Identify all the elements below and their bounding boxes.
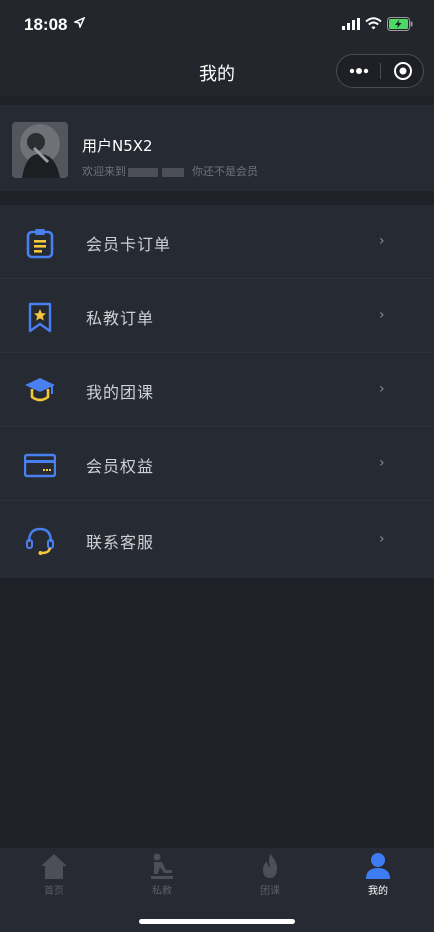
chevron-right-icon: › (379, 455, 385, 471)
graduation-cap-icon (25, 378, 55, 402)
tab-home[interactable]: 首页 (0, 852, 108, 898)
username: 用户N5X2 (82, 137, 153, 155)
menu-item-label: 私教订单 (86, 309, 155, 328)
user-icon (366, 853, 390, 879)
tab-mine[interactable]: 我的 (324, 852, 432, 898)
tab-label: 私教 (152, 886, 172, 897)
tab-label: 首页 (44, 886, 64, 897)
tab-group-class[interactable]: 团课 (216, 852, 324, 898)
trainer-icon (151, 853, 173, 879)
menu-list: 会员卡订单 › 私教订单 › 我的团课 › 会员权益 › 联系客服 › (0, 205, 434, 578)
menu-item-label: 会员权益 (86, 457, 155, 476)
clipboard-icon (26, 229, 54, 259)
chevron-right-icon: › (379, 381, 385, 397)
redacted-block (128, 167, 158, 177)
nav-bar: 我的 (0, 50, 434, 96)
home-icon (41, 854, 67, 879)
tab-label: 我的 (368, 886, 388, 897)
avatar-photo-icon (12, 122, 68, 178)
bookmark-star-icon (28, 302, 52, 333)
menu-item-label: 我的团课 (86, 383, 155, 402)
welcome-text: 欢迎来到 你还不是会员 (82, 163, 258, 179)
menu-item-label: 会员卡订单 (86, 235, 172, 254)
menu-item-customer-service[interactable]: 联系客服 › (0, 503, 434, 577)
divider (0, 500, 434, 501)
avatar[interactable] (12, 122, 68, 178)
menu-item-member-benefits[interactable]: 会员权益 › (0, 427, 434, 501)
chevron-right-icon: › (379, 531, 385, 547)
chevron-right-icon: › (379, 233, 385, 249)
mini-program-capsule (336, 54, 424, 88)
menu-item-private-orders[interactable]: 私教订单 › (0, 279, 434, 353)
menu-item-card-orders[interactable]: 会员卡订单 › (0, 205, 434, 279)
redacted-block (162, 167, 184, 177)
more-button[interactable] (337, 55, 381, 87)
welcome-prefix: 欢迎来到 (82, 165, 126, 178)
tab-label: 团课 (260, 886, 280, 897)
wifi-icon (365, 17, 382, 30)
more-dots-icon (349, 68, 369, 74)
location-arrow-icon (74, 17, 85, 28)
profile-card[interactable]: 用户N5X2 欢迎来到 你还不是会员 (0, 105, 434, 191)
signal-icon (342, 18, 360, 30)
card-icon (24, 453, 56, 478)
menu-item-group-classes[interactable]: 我的团课 › (0, 353, 434, 427)
flame-icon (263, 854, 278, 878)
status-bar: 18:08 (0, 0, 434, 50)
status-time: 18:08 (24, 15, 68, 34)
tab-private-training[interactable]: 私教 (108, 852, 216, 898)
close-button[interactable] (381, 55, 425, 87)
headset-icon (26, 527, 54, 555)
target-circle-icon (394, 62, 412, 80)
chevron-right-icon: › (379, 307, 385, 323)
battery-charging-icon (387, 17, 413, 31)
menu-item-label: 联系客服 (86, 533, 155, 552)
member-status: 你还不是会员 (192, 165, 258, 178)
home-indicator (139, 919, 295, 924)
